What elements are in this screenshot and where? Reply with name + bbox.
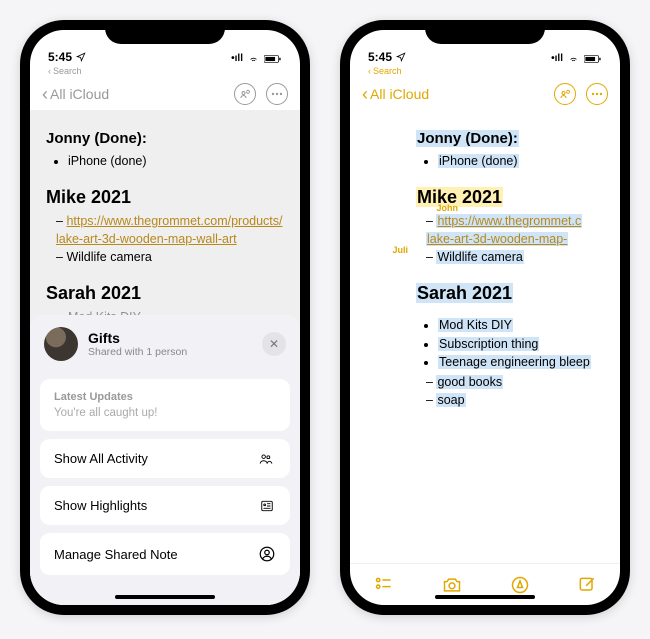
sheet-subtitle: Shared with 1 person (88, 346, 187, 358)
checklist-icon[interactable] (374, 575, 394, 595)
share-icon[interactable] (554, 83, 576, 105)
more-icon[interactable] (586, 83, 608, 105)
show-all-activity-button[interactable]: Show All Activity (40, 439, 290, 478)
grommet-link[interactable]: https://www.thegrommet.com/products/lake… (56, 214, 283, 246)
list-item: Wildlife camera (426, 248, 604, 266)
battery-icon (584, 54, 602, 64)
latest-label: Latest Updates (54, 391, 133, 403)
sarah-dash-list: good books soap (416, 373, 604, 409)
grommet-link[interactable]: https://www.thegrommet.clake-art-3d-wood… (426, 214, 582, 246)
phone-left: 5:45 •ıll ‹ Search ‹ All iClo (20, 20, 310, 615)
more-icon[interactable] (266, 83, 288, 105)
back-to-search[interactable]: ‹ Search (350, 66, 620, 78)
show-highlights-button[interactable]: Show Highlights (40, 486, 290, 525)
list-item: soap (426, 391, 604, 409)
section-title-sarah: Sarah 2021 (416, 280, 604, 306)
compose-icon[interactable] (577, 575, 597, 595)
manage-shared-note-button[interactable]: Manage Shared Note (40, 533, 290, 575)
sarah-list: Mod Kits DIY Subscription thing Teenage … (416, 316, 604, 370)
notch (425, 20, 545, 44)
list-item: Mod Kits DIY (438, 316, 604, 334)
section-title-mike: Mike 2021 (46, 184, 284, 210)
mike-list: https://www.thegrommet.clake-art-3d-wood… (416, 212, 604, 266)
highlights-icon (258, 499, 276, 513)
section-title-sarah: Sarah 2021 (46, 280, 284, 306)
search-label: Search (53, 66, 82, 76)
list-item: https://www.thegrommet.clake-art-3d-wood… (426, 212, 604, 248)
list-item: Wildlife camera (56, 248, 284, 266)
option-label: Show Highlights (54, 498, 147, 513)
list-item: Subscription thing (438, 335, 604, 353)
screen-left: 5:45 •ıll ‹ Search ‹ All iClo (30, 30, 300, 605)
list-item: iPhone (done) (68, 152, 284, 170)
notch (105, 20, 225, 44)
nav-bar: ‹ All iCloud (350, 78, 620, 110)
chevron-left-icon: ‹ (362, 84, 368, 105)
phone-right: 5:45 •ıll ‹ Search ‹ All iClo (340, 20, 630, 615)
status-time: 5:45 (368, 50, 392, 64)
list-item: iPhone (done) (438, 152, 604, 170)
signal-icon: •ıll (551, 53, 563, 64)
close-icon[interactable]: ✕ (262, 332, 286, 356)
chevron-left-icon: ‹ (42, 84, 48, 105)
chevron-left-icon: ‹ (368, 66, 371, 76)
list-item: good books (426, 373, 604, 391)
latest-updates-card: Latest Updates You're all caught up! (40, 379, 290, 431)
mike-list: https://www.thegrommet.com/products/lake… (46, 212, 284, 266)
location-icon (76, 52, 86, 62)
location-icon (396, 52, 406, 62)
back-button[interactable]: ‹ All iCloud (362, 84, 429, 105)
jonny-list: iPhone (done) (416, 152, 604, 170)
screen-right: 5:45 •ıll ‹ Search ‹ All iClo (350, 30, 620, 605)
attribution-label: Juli (366, 244, 408, 257)
note-content[interactable]: Jonny (Done): iPhone (done) John Mike 20… (350, 110, 620, 563)
jonny-list: iPhone (done) (46, 152, 284, 170)
back-to-search[interactable]: ‹ Search (30, 66, 300, 78)
home-indicator[interactable] (115, 595, 215, 599)
person-circle-icon (258, 545, 276, 563)
share-sheet: Gifts Shared with 1 person ✕ Latest Upda… (30, 315, 300, 605)
section-title-jonny: Jonny (Done): (46, 128, 284, 150)
list-item: https://www.thegrommet.com/products/lake… (56, 212, 284, 248)
sheet-header: Gifts Shared with 1 person ✕ (40, 327, 290, 371)
chevron-left-icon: ‹ (48, 66, 51, 76)
nav-bar: ‹ All iCloud (30, 78, 300, 110)
list-item: Teenage engineering bleep (438, 353, 604, 371)
share-icon[interactable] (234, 83, 256, 105)
back-button[interactable]: ‹ All iCloud (42, 84, 109, 105)
battery-icon (264, 54, 282, 64)
section-title-jonny: Jonny (Done): (416, 128, 604, 150)
home-indicator[interactable] (435, 595, 535, 599)
people-icon (256, 452, 276, 466)
search-label: Search (373, 66, 402, 76)
markup-icon[interactable] (510, 575, 530, 595)
back-label: All iCloud (50, 86, 109, 102)
latest-message: You're all caught up! (54, 407, 157, 419)
status-time: 5:45 (48, 50, 72, 64)
avatar (44, 327, 78, 361)
signal-icon: •ıll (231, 53, 243, 64)
camera-icon[interactable] (441, 575, 463, 595)
back-label: All iCloud (370, 86, 429, 102)
option-label: Manage Shared Note (54, 547, 178, 562)
sheet-title: Gifts (88, 330, 187, 346)
wifi-icon (567, 54, 580, 64)
wifi-icon (247, 54, 260, 64)
option-label: Show All Activity (54, 451, 148, 466)
